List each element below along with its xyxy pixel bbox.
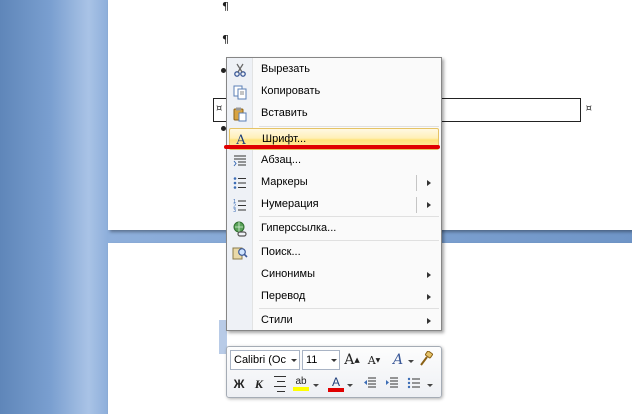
increase-indent-icon bbox=[385, 376, 399, 393]
submenu-arrow-icon bbox=[427, 272, 431, 278]
menu-item-numbering[interactable]: 123 Нумерация bbox=[229, 194, 439, 216]
bold-button[interactable]: Ж bbox=[230, 374, 248, 394]
bullets-button[interactable] bbox=[405, 374, 423, 394]
red-annotation-underline bbox=[224, 145, 440, 149]
format-painter-button[interactable] bbox=[417, 350, 435, 370]
bullets-icon bbox=[232, 175, 248, 191]
menu-separator bbox=[259, 216, 439, 217]
paragraph-mark: ¶ bbox=[222, 0, 229, 13]
menu-item-bullets[interactable]: Маркеры bbox=[229, 172, 439, 194]
bold-icon: Ж bbox=[233, 377, 245, 391]
styles-icon: A bbox=[392, 352, 404, 368]
menu-item-label: Шрифт... bbox=[262, 133, 307, 145]
decrease-indent-button[interactable] bbox=[361, 374, 379, 394]
paragraph-mark: ¶ bbox=[222, 33, 229, 46]
submenu-arrow-icon bbox=[427, 180, 431, 186]
shrink-font-icon: A bbox=[367, 353, 376, 367]
hyperlink-icon bbox=[232, 221, 248, 237]
font-size-value: 11 bbox=[306, 354, 318, 366]
menu-separator bbox=[259, 240, 439, 241]
submenu-divider bbox=[416, 197, 417, 213]
paragraph-icon bbox=[232, 153, 248, 169]
cell-mark: ¤ bbox=[216, 103, 223, 114]
submenu-divider bbox=[416, 175, 417, 191]
grow-font-button[interactable]: A ▲ bbox=[343, 350, 361, 370]
bullets-icon bbox=[407, 376, 421, 393]
highlighter-icon: ab bbox=[295, 376, 307, 387]
font-color-icon: A bbox=[331, 375, 340, 389]
styles-button[interactable]: A bbox=[389, 350, 407, 370]
menu-item-search[interactable]: Поиск... bbox=[229, 242, 439, 264]
menu-separator bbox=[259, 126, 439, 127]
paste-icon bbox=[232, 106, 248, 122]
scissors-icon bbox=[232, 62, 248, 78]
paintbrush-icon bbox=[418, 350, 434, 370]
chevron-down-icon bbox=[331, 359, 337, 362]
cell-mark: ¤ bbox=[585, 103, 592, 114]
menu-item-label: Поиск... bbox=[261, 246, 301, 258]
menu-item-label: Нумерация bbox=[261, 198, 319, 210]
submenu-arrow-icon bbox=[427, 202, 431, 208]
decrease-indent-icon bbox=[363, 376, 377, 393]
menu-item-label: Синонимы bbox=[261, 268, 315, 280]
svg-text:3: 3 bbox=[233, 208, 236, 213]
center-align-button[interactable] bbox=[273, 374, 287, 394]
menu-item-label: Гиперссылка... bbox=[261, 222, 337, 234]
menu-item-hyperlink[interactable]: Гиперссылка... bbox=[229, 218, 439, 240]
menu-item-cut[interactable]: Вырезать bbox=[229, 59, 439, 81]
menu-item-label: Маркеры bbox=[261, 176, 308, 188]
menu-item-label: Перевод bbox=[261, 290, 306, 302]
menu-separator bbox=[259, 308, 439, 309]
search-icon bbox=[232, 245, 248, 261]
menu-item-paste[interactable]: Вставить bbox=[229, 103, 439, 125]
increase-indent-button[interactable] bbox=[383, 374, 401, 394]
italic-button[interactable]: К bbox=[250, 374, 268, 394]
font-name-combo[interactable]: Calibri (Ос bbox=[230, 350, 300, 370]
menu-item-paragraph[interactable]: Абзац... bbox=[229, 150, 439, 172]
highlight-color-swatch bbox=[293, 387, 309, 391]
font-name-value: Calibri (Ос bbox=[234, 354, 286, 366]
menu-item-label: Копировать bbox=[261, 85, 321, 97]
submenu-arrow-icon bbox=[427, 294, 431, 300]
menu-item-label: Стили bbox=[261, 314, 293, 326]
copy-icon bbox=[232, 84, 248, 100]
numbering-icon: 123 bbox=[232, 197, 248, 213]
font-color-swatch bbox=[328, 388, 344, 392]
font-size-combo[interactable]: 11 bbox=[302, 350, 340, 370]
menu-item-styles[interactable]: Стили bbox=[229, 310, 439, 332]
chevron-down-icon[interactable] bbox=[408, 360, 414, 363]
menu-item-label: Вырезать bbox=[261, 63, 310, 75]
font-color-button[interactable]: A bbox=[327, 374, 345, 394]
grow-font-icon: A bbox=[344, 352, 355, 368]
menu-item-label: Абзац... bbox=[261, 154, 302, 166]
mini-toolbar: Calibri (Ос 11 A ▲ A ▼ A Ж К ab A bbox=[226, 346, 442, 398]
context-menu: Вырезать Копировать Вставить A Шрифт... … bbox=[226, 57, 442, 331]
chevron-down-icon bbox=[291, 359, 297, 362]
menu-item-label: Вставить bbox=[261, 107, 308, 119]
chevron-down-icon[interactable] bbox=[313, 384, 319, 387]
menu-item-translate[interactable]: Перевод bbox=[229, 286, 439, 308]
menu-item-copy[interactable]: Копировать bbox=[229, 81, 439, 103]
chevron-down-icon[interactable] bbox=[427, 384, 433, 387]
highlight-button[interactable]: ab bbox=[291, 374, 311, 394]
menu-item-synonyms[interactable]: Синонимы bbox=[229, 264, 439, 286]
shrink-font-button[interactable]: A ▼ bbox=[365, 350, 383, 370]
chevron-down-icon[interactable] bbox=[347, 384, 353, 387]
submenu-arrow-icon bbox=[427, 318, 431, 324]
italic-icon: К bbox=[254, 376, 264, 391]
